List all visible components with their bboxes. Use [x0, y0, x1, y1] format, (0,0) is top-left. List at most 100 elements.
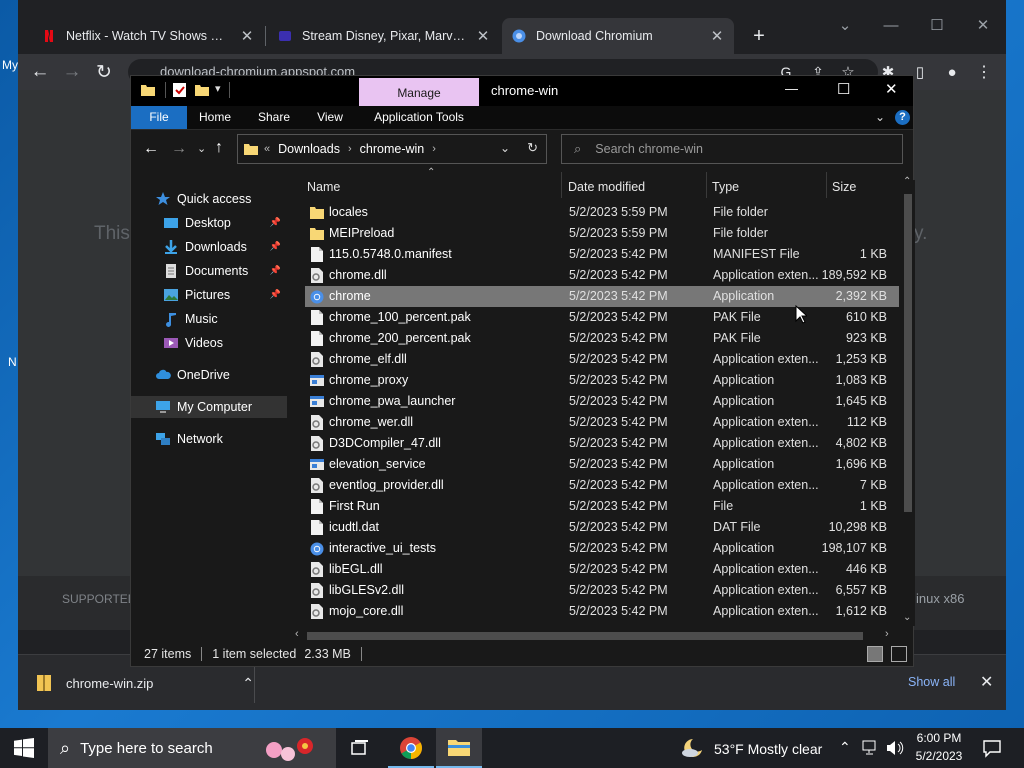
- tab-manage[interactable]: Manage: [359, 78, 479, 106]
- tab-netflix[interactable]: Netflix - Watch TV Shows Online, W ✕: [32, 18, 264, 54]
- nav-network[interactable]: Network: [131, 428, 287, 450]
- address-bar[interactable]: « Downloads › chrome-win › ⌄ ↻: [237, 134, 547, 164]
- nav-quick-access[interactable]: Quick access: [131, 188, 287, 210]
- file-row[interactable]: libEGL.dll 5/2/2023 5:42 PM Application ex…: [305, 559, 899, 580]
- file-row[interactable]: chrome_200_percent.pak 5/2/2023 5:42 PM PA…: [305, 328, 899, 349]
- tab-disney[interactable]: Stream Disney, Pixar, Marvel, Star ✕: [268, 18, 500, 54]
- nav-videos[interactable]: Videos: [131, 332, 287, 354]
- close-button[interactable]: ✕: [885, 80, 898, 98]
- new-folder-icon[interactable]: [195, 83, 209, 97]
- pin-icon[interactable]: 📌: [270, 265, 281, 276]
- recent-locations-icon[interactable]: ⌄: [197, 142, 206, 155]
- windows-start-icon[interactable]: [14, 738, 34, 758]
- details-view-icon[interactable]: [867, 646, 883, 662]
- close-download-bar-icon[interactable]: ✕: [980, 672, 993, 692]
- file-row[interactable]: 115.0.5748.0.manifest 5/2/2023 5:42 PM MAN…: [305, 244, 899, 265]
- download-item[interactable]: chrome-win.zip ⌃: [36, 669, 254, 697]
- pin-icon[interactable]: 📌: [270, 217, 281, 228]
- nav-documents[interactable]: Documents 📌: [131, 260, 287, 282]
- pin-icon[interactable]: 📌: [270, 289, 281, 300]
- weather-text[interactable]: 53°F Mostly clear: [714, 741, 822, 757]
- minimize-button[interactable]: —: [785, 81, 798, 96]
- file-row[interactable]: elevation_service 5/2/2023 5:42 PM Applica…: [305, 454, 899, 475]
- tab-share[interactable]: Share: [249, 106, 299, 129]
- column-header-name[interactable]: Name: [307, 176, 557, 198]
- file-row[interactable]: MEIPreload 5/2/2023 5:59 PM File folder: [305, 223, 899, 244]
- scroll-down-icon[interactable]: ⌄: [903, 612, 911, 623]
- breadcrumb-separator-icon[interactable]: ›: [432, 143, 436, 155]
- close-window-button[interactable]: ✕: [960, 12, 1006, 38]
- quick-access-toolbar-dropdown-icon[interactable]: ▾: [215, 82, 221, 95]
- overflow-chevron-icon[interactable]: «: [264, 143, 270, 155]
- tab-download-chromium[interactable]: Download Chromium ✕: [502, 18, 734, 54]
- new-tab-button[interactable]: +: [748, 18, 770, 54]
- back-icon[interactable]: ←: [143, 140, 159, 158]
- file-row[interactable]: icudtl.dat 5/2/2023 5:42 PM DAT File 10,298…: [305, 517, 899, 538]
- scrollbar-thumb[interactable]: [307, 632, 863, 640]
- nav-my-computer[interactable]: My Computer: [131, 396, 287, 418]
- profile-icon[interactable]: ●: [940, 60, 964, 84]
- breadcrumb-separator-icon[interactable]: ›: [348, 143, 352, 155]
- file-row[interactable]: chrome_elf.dll 5/2/2023 5:42 PM Applicatio…: [305, 349, 899, 370]
- breadcrumb-downloads[interactable]: Downloads: [278, 142, 340, 156]
- taskbar-chrome-button[interactable]: [388, 728, 434, 768]
- file-row[interactable]: chrome_wer.dll 5/2/2023 5:42 PM Applicatio…: [305, 412, 899, 433]
- show-hidden-icons-icon[interactable]: ⌃: [839, 739, 851, 756]
- file-row[interactable]: mojo_core.dll 5/2/2023 5:42 PM Application…: [305, 601, 899, 622]
- tab-application-tools[interactable]: Application Tools: [363, 106, 475, 129]
- file-row[interactable]: interactive_ui_tests 5/2/2023 5:42 PM Appl…: [305, 538, 899, 559]
- taskbar-file-explorer-button[interactable]: [436, 728, 482, 768]
- tab-search-icon[interactable]: ⌄: [822, 12, 868, 38]
- up-icon[interactable]: ↑: [215, 139, 223, 157]
- task-view-icon[interactable]: [350, 738, 370, 758]
- file-row[interactable]: chrome_100_percent.pak 5/2/2023 5:42 PM PA…: [305, 307, 899, 328]
- forward-icon[interactable]: →: [60, 60, 84, 84]
- properties-icon[interactable]: [173, 83, 186, 97]
- menu-icon[interactable]: ⋮: [972, 60, 996, 84]
- maximize-button[interactable]: ☐: [837, 80, 850, 98]
- reload-icon[interactable]: ↻: [92, 60, 116, 84]
- volume-icon[interactable]: [886, 740, 904, 756]
- large-icons-view-icon[interactable]: [891, 646, 907, 662]
- nav-desktop[interactable]: Desktop 📌: [131, 212, 287, 234]
- vertical-scrollbar[interactable]: ⌃ ⌄: [901, 176, 915, 626]
- clock-date[interactable]: 5/2/2023: [914, 749, 964, 763]
- clock-time[interactable]: 6:00 PM: [914, 731, 964, 745]
- scroll-up-icon[interactable]: ⌃: [903, 176, 911, 187]
- nav-pictures[interactable]: Pictures 📌: [131, 284, 287, 306]
- network-status-icon[interactable]: [862, 740, 880, 756]
- scrollbar-thumb[interactable]: [904, 194, 912, 512]
- help-icon[interactable]: ?: [895, 110, 910, 125]
- file-row[interactable]: locales 5/2/2023 5:59 PM File folder: [305, 202, 899, 223]
- column-header-date-modified[interactable]: Date modified: [568, 176, 698, 198]
- file-row[interactable]: D3DCompiler_47.dll 5/2/2023 5:42 PM Applic…: [305, 433, 899, 454]
- maximize-button[interactable]: ☐: [914, 12, 960, 38]
- show-all-button[interactable]: Show all: [908, 675, 955, 689]
- back-icon[interactable]: ←: [28, 60, 52, 84]
- search-box[interactable]: ⌕ Search chrome-win: [561, 134, 903, 164]
- file-row[interactable]: chrome 5/2/2023 5:42 PM Application 2,392 K…: [305, 286, 899, 307]
- taskbar-search[interactable]: ⌕ Type here to search: [48, 728, 336, 768]
- column-header-size[interactable]: Size: [832, 176, 892, 198]
- file-row[interactable]: chrome_pwa_launcher 5/2/2023 5:42 PM Appli…: [305, 391, 899, 412]
- minimize-button[interactable]: —: [868, 12, 914, 38]
- chevron-up-icon[interactable]: ⌃: [242, 675, 254, 692]
- file-row[interactable]: First Run 5/2/2023 5:42 PM File 1 KB: [305, 496, 899, 517]
- forward-icon[interactable]: →: [171, 140, 187, 158]
- breadcrumb-chrome-win[interactable]: chrome-win: [360, 142, 425, 156]
- refresh-icon[interactable]: ↻: [527, 140, 538, 156]
- tab-file[interactable]: File: [131, 106, 187, 129]
- file-row[interactable]: chrome_proxy 5/2/2023 5:42 PM Application 1…: [305, 370, 899, 391]
- close-tab-icon[interactable]: ✕: [710, 27, 724, 45]
- file-row[interactable]: libGLESv2.dll 5/2/2023 5:42 PM Application…: [305, 580, 899, 601]
- scroll-right-icon[interactable]: ›: [885, 628, 889, 640]
- expand-ribbon-icon[interactable]: ⌄: [875, 110, 885, 124]
- nav-onedrive[interactable]: OneDrive: [131, 364, 287, 386]
- nav-music[interactable]: Music: [131, 308, 287, 330]
- pin-icon[interactable]: 📌: [270, 241, 281, 252]
- file-row[interactable]: eventlog_provider.dll 5/2/2023 5:42 PM App…: [305, 475, 899, 496]
- close-tab-icon[interactable]: ✕: [476, 27, 490, 45]
- scroll-left-icon[interactable]: ‹: [295, 628, 299, 640]
- column-header-type[interactable]: Type: [712, 176, 812, 198]
- file-row[interactable]: chrome.dll 5/2/2023 5:42 PM Application ex…: [305, 265, 899, 286]
